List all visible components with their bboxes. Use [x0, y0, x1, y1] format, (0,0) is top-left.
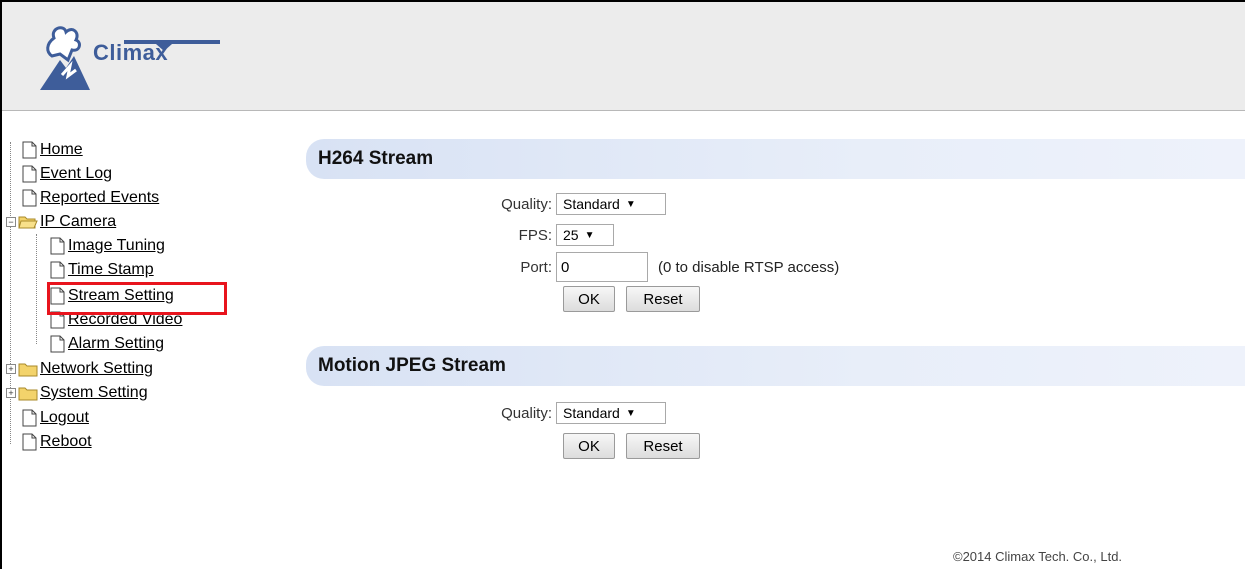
- h264-section-title: H264 Stream: [318, 148, 434, 169]
- page-icon: [22, 189, 37, 207]
- sidebar-link-event-log[interactable]: Event Log: [40, 165, 112, 183]
- tree-line: [36, 234, 37, 344]
- sidebar-item-home[interactable]: Home: [22, 138, 83, 162]
- h264-port-hint: (0 to disable RTSP access): [658, 258, 840, 276]
- expand-toggle-icon[interactable]: +: [6, 364, 16, 374]
- h264-quality-value: Standard: [563, 196, 620, 212]
- h264-ok-button[interactable]: OK: [563, 286, 615, 312]
- copyright-footer: ©2014 Climax Tech. Co., Ltd.: [953, 549, 1123, 564]
- sidebar-link-reported-events[interactable]: Reported Events: [40, 189, 159, 207]
- h264-port-row: Port: (0 to disable RTSP access): [492, 252, 839, 282]
- sidebar-item-time-stamp[interactable]: Time Stamp: [50, 258, 154, 282]
- mjpeg-quality-row: Quality: Standard ▼: [492, 402, 666, 424]
- brand-name: Climax: [93, 40, 169, 65]
- tree-line: [10, 142, 11, 444]
- sidebar-link-logout[interactable]: Logout: [40, 409, 89, 427]
- sidebar-link-image-tuning[interactable]: Image Tuning: [68, 237, 165, 255]
- sidebar-link-time-stamp[interactable]: Time Stamp: [68, 261, 154, 279]
- h264-quality-row: Quality: Standard ▼: [492, 193, 666, 215]
- selected-item-highlight: [47, 282, 227, 315]
- mjpeg-reset-button[interactable]: Reset: [626, 433, 700, 459]
- sidebar-link-home[interactable]: Home: [40, 141, 83, 159]
- page-icon: [50, 335, 65, 353]
- mjpeg-section-title: Motion JPEG Stream: [318, 355, 506, 376]
- collapse-toggle-icon[interactable]: −: [6, 217, 16, 227]
- h264-fps-value: 25: [563, 227, 579, 243]
- h264-port-label: Port:: [520, 258, 552, 276]
- h264-quality-select[interactable]: Standard ▼: [556, 193, 666, 215]
- h264-fps-select[interactable]: 25 ▼: [556, 224, 614, 246]
- h264-section-header: H264 Stream: [306, 139, 1245, 179]
- sidebar-link-system-setting[interactable]: System Setting: [40, 384, 148, 402]
- mjpeg-section-header: Motion JPEG Stream: [306, 346, 1245, 386]
- sidebar-item-system-setting[interactable]: System Setting: [18, 381, 148, 405]
- page-icon: [50, 237, 65, 255]
- page-icon: [22, 409, 37, 427]
- sidebar-item-alarm-setting[interactable]: Alarm Setting: [50, 332, 164, 356]
- expand-toggle-icon[interactable]: +: [6, 388, 16, 398]
- page-icon: [22, 141, 37, 159]
- folder-icon: [18, 387, 38, 401]
- sidebar-item-reboot[interactable]: Reboot: [22, 430, 92, 454]
- sidebar-item-image-tuning[interactable]: Image Tuning: [50, 234, 165, 258]
- sidebar-link-network-setting[interactable]: Network Setting: [40, 360, 153, 378]
- sidebar-link-ip-camera[interactable]: IP Camera: [40, 213, 116, 231]
- page-icon: [22, 165, 37, 183]
- mjpeg-ok-button[interactable]: OK: [563, 433, 615, 459]
- sidebar-item-reported-events[interactable]: Reported Events: [22, 186, 159, 210]
- sidebar-link-reboot[interactable]: Reboot: [40, 433, 92, 451]
- sidebar-item-ip-camera[interactable]: IP Camera: [18, 210, 116, 234]
- sidebar-link-alarm-setting[interactable]: Alarm Setting: [68, 335, 164, 353]
- dropdown-arrow-icon: ▼: [584, 229, 595, 241]
- mjpeg-quality-label: Quality:: [501, 404, 552, 422]
- mjpeg-quality-select[interactable]: Standard ▼: [556, 402, 666, 424]
- sidebar-item-event-log[interactable]: Event Log: [22, 162, 112, 186]
- folder-open-icon: [18, 216, 38, 229]
- folder-icon: [18, 363, 38, 377]
- h264-port-input[interactable]: [556, 252, 648, 282]
- dropdown-arrow-icon: ▼: [625, 198, 636, 210]
- page-icon: [22, 433, 37, 451]
- header: Climax: [2, 2, 1245, 111]
- mjpeg-quality-value: Standard: [563, 405, 620, 421]
- page-icon: [50, 261, 65, 279]
- h264-fps-row: FPS: 25 ▼: [492, 224, 614, 246]
- dropdown-arrow-icon: ▼: [625, 407, 636, 419]
- h264-quality-label: Quality:: [501, 195, 552, 213]
- sidebar-item-network-setting[interactable]: Network Setting: [18, 357, 153, 381]
- h264-fps-label: FPS:: [518, 226, 552, 244]
- sidebar-item-logout[interactable]: Logout: [22, 406, 89, 430]
- h264-reset-button[interactable]: Reset: [626, 286, 700, 312]
